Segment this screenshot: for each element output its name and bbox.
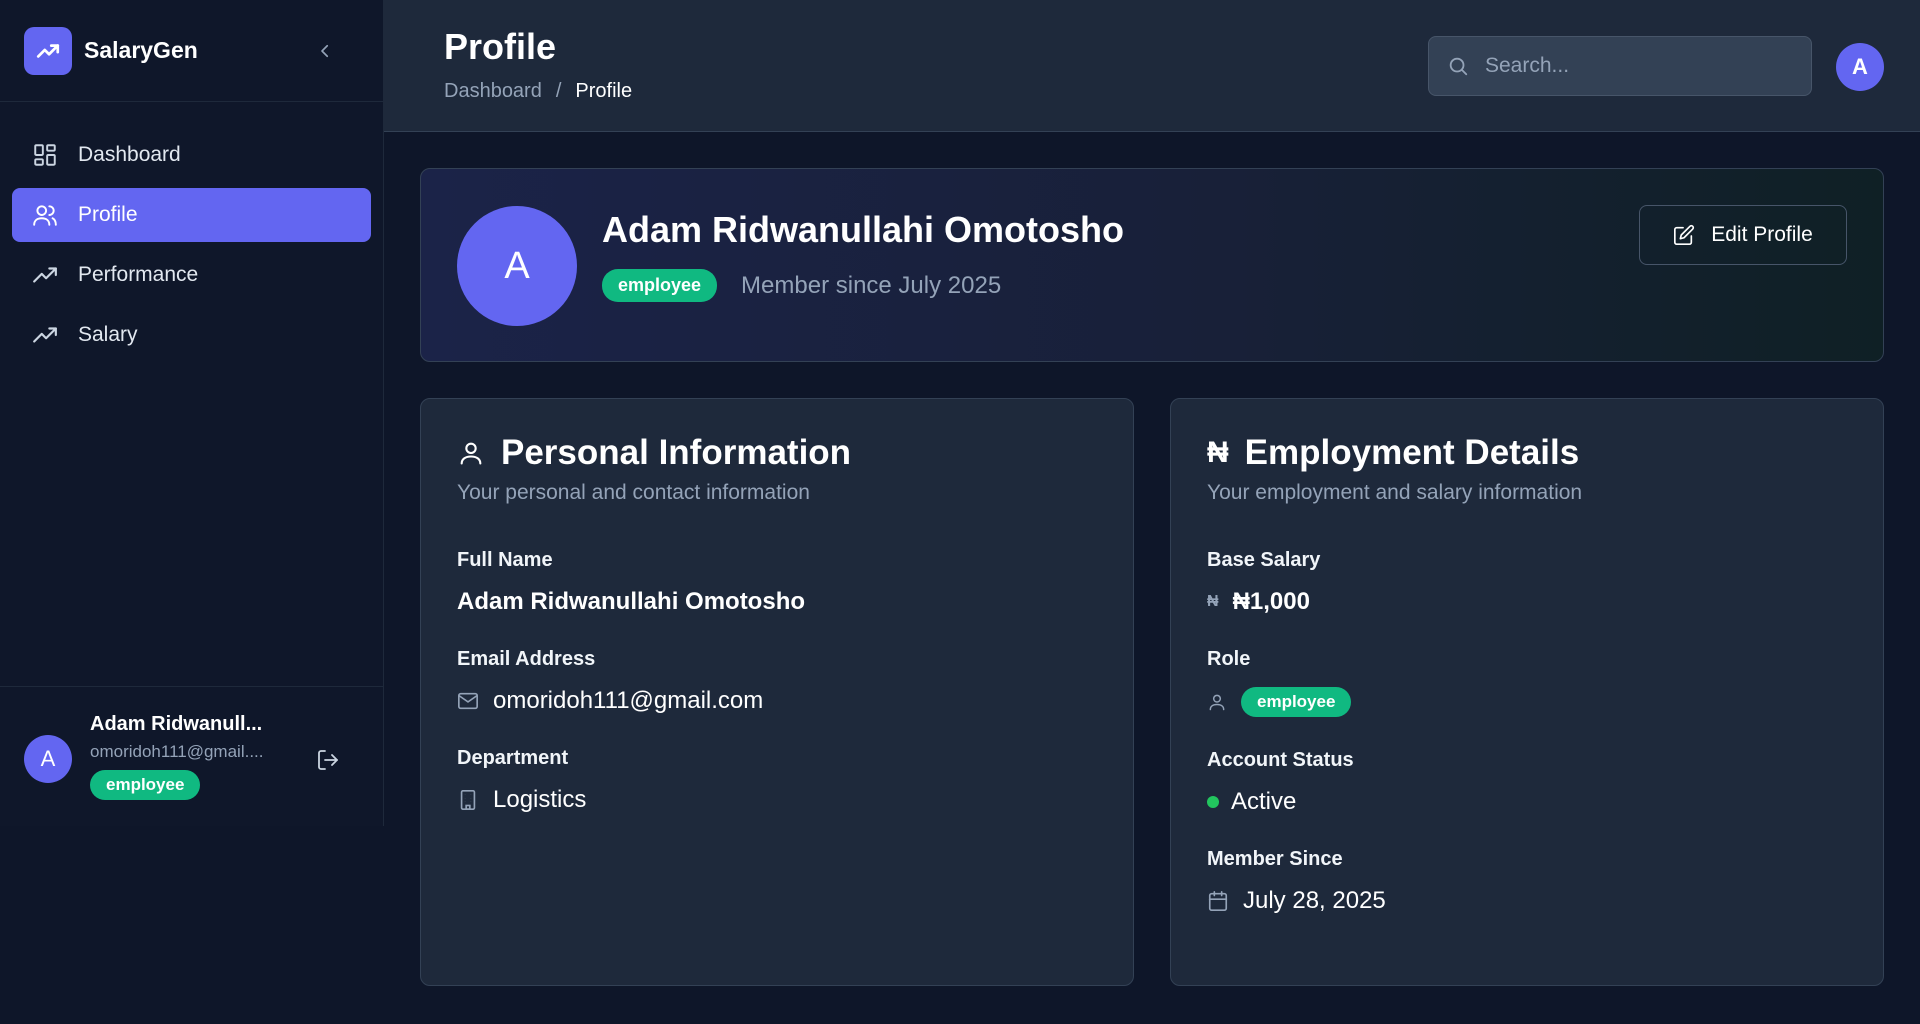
sidebar-nav: Dashboard Profile Performance Salary <box>0 102 383 362</box>
department-field: Department Logistics <box>457 747 1097 814</box>
member-since-field: Member Since July 28, 2025 <box>1207 848 1847 915</box>
edit-icon <box>1673 224 1695 246</box>
profile-name: Adam Ridwanullahi Omotosho <box>602 209 1125 250</box>
department-value: Logistics <box>493 786 587 813</box>
employment-details-card: ₦ Employment Details Your employment and… <box>1170 398 1884 986</box>
sidebar-user-info: Adam Ridwanull... omoridoh111@gmail.... … <box>90 713 280 800</box>
sidebar-item-label: Salary <box>78 323 138 346</box>
sidebar-user-email: omoridoh111@gmail.... <box>90 742 264 761</box>
base-salary-field: Base Salary ₦ ₦1,000 <box>1207 549 1847 616</box>
field-label: Full Name <box>457 549 553 571</box>
status-dot <box>1207 796 1219 808</box>
sidebar: SalaryGen Dashboard Profile Performance … <box>0 0 384 826</box>
sidebar-item-label: Dashboard <box>78 143 181 166</box>
logout-icon <box>318 750 338 770</box>
breadcrumb-dashboard-link[interactable]: Dashboard <box>444 80 542 103</box>
edit-profile-label: Edit Profile <box>1711 223 1813 246</box>
user-icon <box>1207 692 1227 712</box>
trending-up-icon <box>30 260 60 290</box>
avatar: A <box>457 206 577 326</box>
logout-button[interactable] <box>313 745 343 775</box>
member-since-text: Member since July 2025 <box>741 271 1002 299</box>
trending-up-logo-icon <box>24 26 72 75</box>
role-badge: employee <box>1241 687 1352 717</box>
users-icon <box>30 200 60 230</box>
brand: SalaryGen <box>0 0 383 102</box>
email-value: omoridoh111@gmail.com <box>493 687 764 714</box>
member-since-value: July 28, 2025 <box>1243 887 1386 914</box>
card-subtitle: Your personal and contact information <box>457 481 810 504</box>
profile-meta: employee Member since July 2025 <box>602 269 1001 302</box>
field-label: Member Since <box>1207 848 1343 870</box>
chevron-left-icon <box>321 44 329 58</box>
user-icon <box>457 439 485 467</box>
account-status-field: Account Status Active <box>1207 749 1847 816</box>
field-label: Department <box>457 747 569 769</box>
department-value-row: Logistics <box>457 786 1097 814</box>
building-icon <box>457 789 479 811</box>
sidebar-item-performance[interactable]: Performance <box>12 248 371 302</box>
naira-icon: ₦ <box>1207 436 1229 469</box>
field-label: Email Address <box>457 648 596 670</box>
user-avatar-button[interactable]: A <box>1836 43 1884 91</box>
role-badge: employee <box>602 269 718 302</box>
mail-icon <box>457 690 479 712</box>
page-title: Profile <box>444 26 557 67</box>
app-root: SalaryGen Dashboard Profile Performance … <box>0 0 1920 1024</box>
sidebar-item-label: Profile <box>78 203 138 226</box>
card-subtitle: Your employment and salary information <box>1207 481 1583 504</box>
breadcrumb-current: Profile <box>575 80 633 102</box>
field-label: Account Status <box>1207 749 1354 771</box>
member-since-value-row: July 28, 2025 <box>1207 887 1847 915</box>
calendar-icon <box>1207 890 1229 912</box>
profile-summary-card: A Adam Ridwanullahi Omotosho employee Me… <box>420 168 1884 362</box>
collapse-sidebar-button[interactable] <box>311 37 339 65</box>
sidebar-user-name: Adam Ridwanull... <box>90 713 263 735</box>
card-title: Personal Information <box>457 433 1097 473</box>
email-field: Email Address omoridoh111@gmail.com <box>457 648 1097 715</box>
role-field: Role employee <box>1207 648 1847 717</box>
sidebar-user-panel: A Adam Ridwanull... omoridoh111@gmail...… <box>0 686 383 826</box>
account-status-value: Active <box>1231 788 1297 815</box>
avatar[interactable]: A <box>24 735 72 783</box>
role-value-row: employee <box>1207 687 1847 717</box>
breadcrumb-separator: / <box>555 80 562 102</box>
sidebar-item-profile[interactable]: Profile <box>12 188 371 242</box>
card-title-text: Personal Information <box>501 433 852 472</box>
base-salary-value-row: ₦ ₦1,000 <box>1207 588 1847 616</box>
sidebar-item-salary[interactable]: Salary <box>12 308 371 362</box>
breadcrumb: Dashboard / Profile <box>444 80 632 103</box>
email-value-row: omoridoh111@gmail.com <box>457 687 1097 715</box>
full-name-value: Adam Ridwanullahi Omotosho <box>457 588 806 615</box>
personal-information-card: Personal Information Your personal and c… <box>420 398 1134 986</box>
sidebar-item-dashboard[interactable]: Dashboard <box>12 128 371 182</box>
search-icon <box>1449 57 1468 76</box>
dashboard-icon <box>30 140 60 170</box>
card-title-text: Employment Details <box>1244 433 1580 472</box>
base-salary-value: ₦1,000 <box>1232 588 1310 615</box>
naira-icon: ₦ <box>1207 593 1219 610</box>
edit-profile-button[interactable]: Edit Profile <box>1639 205 1847 265</box>
field-label: Role <box>1207 648 1251 670</box>
full-name-field: Full Name Adam Ridwanullahi Omotosho <box>457 549 1097 616</box>
search-box <box>1428 36 1812 96</box>
brand-name: SalaryGen <box>84 37 198 63</box>
card-title: ₦ Employment Details <box>1207 433 1847 473</box>
role-badge: employee <box>90 770 201 800</box>
sidebar-item-label: Performance <box>78 263 199 286</box>
account-status-value-row: Active <box>1207 788 1847 816</box>
top-header: Profile Dashboard / Profile A <box>384 0 1920 132</box>
search-input[interactable] <box>1485 54 1785 78</box>
trending-up-icon <box>30 320 60 350</box>
field-label: Base Salary <box>1207 549 1321 571</box>
